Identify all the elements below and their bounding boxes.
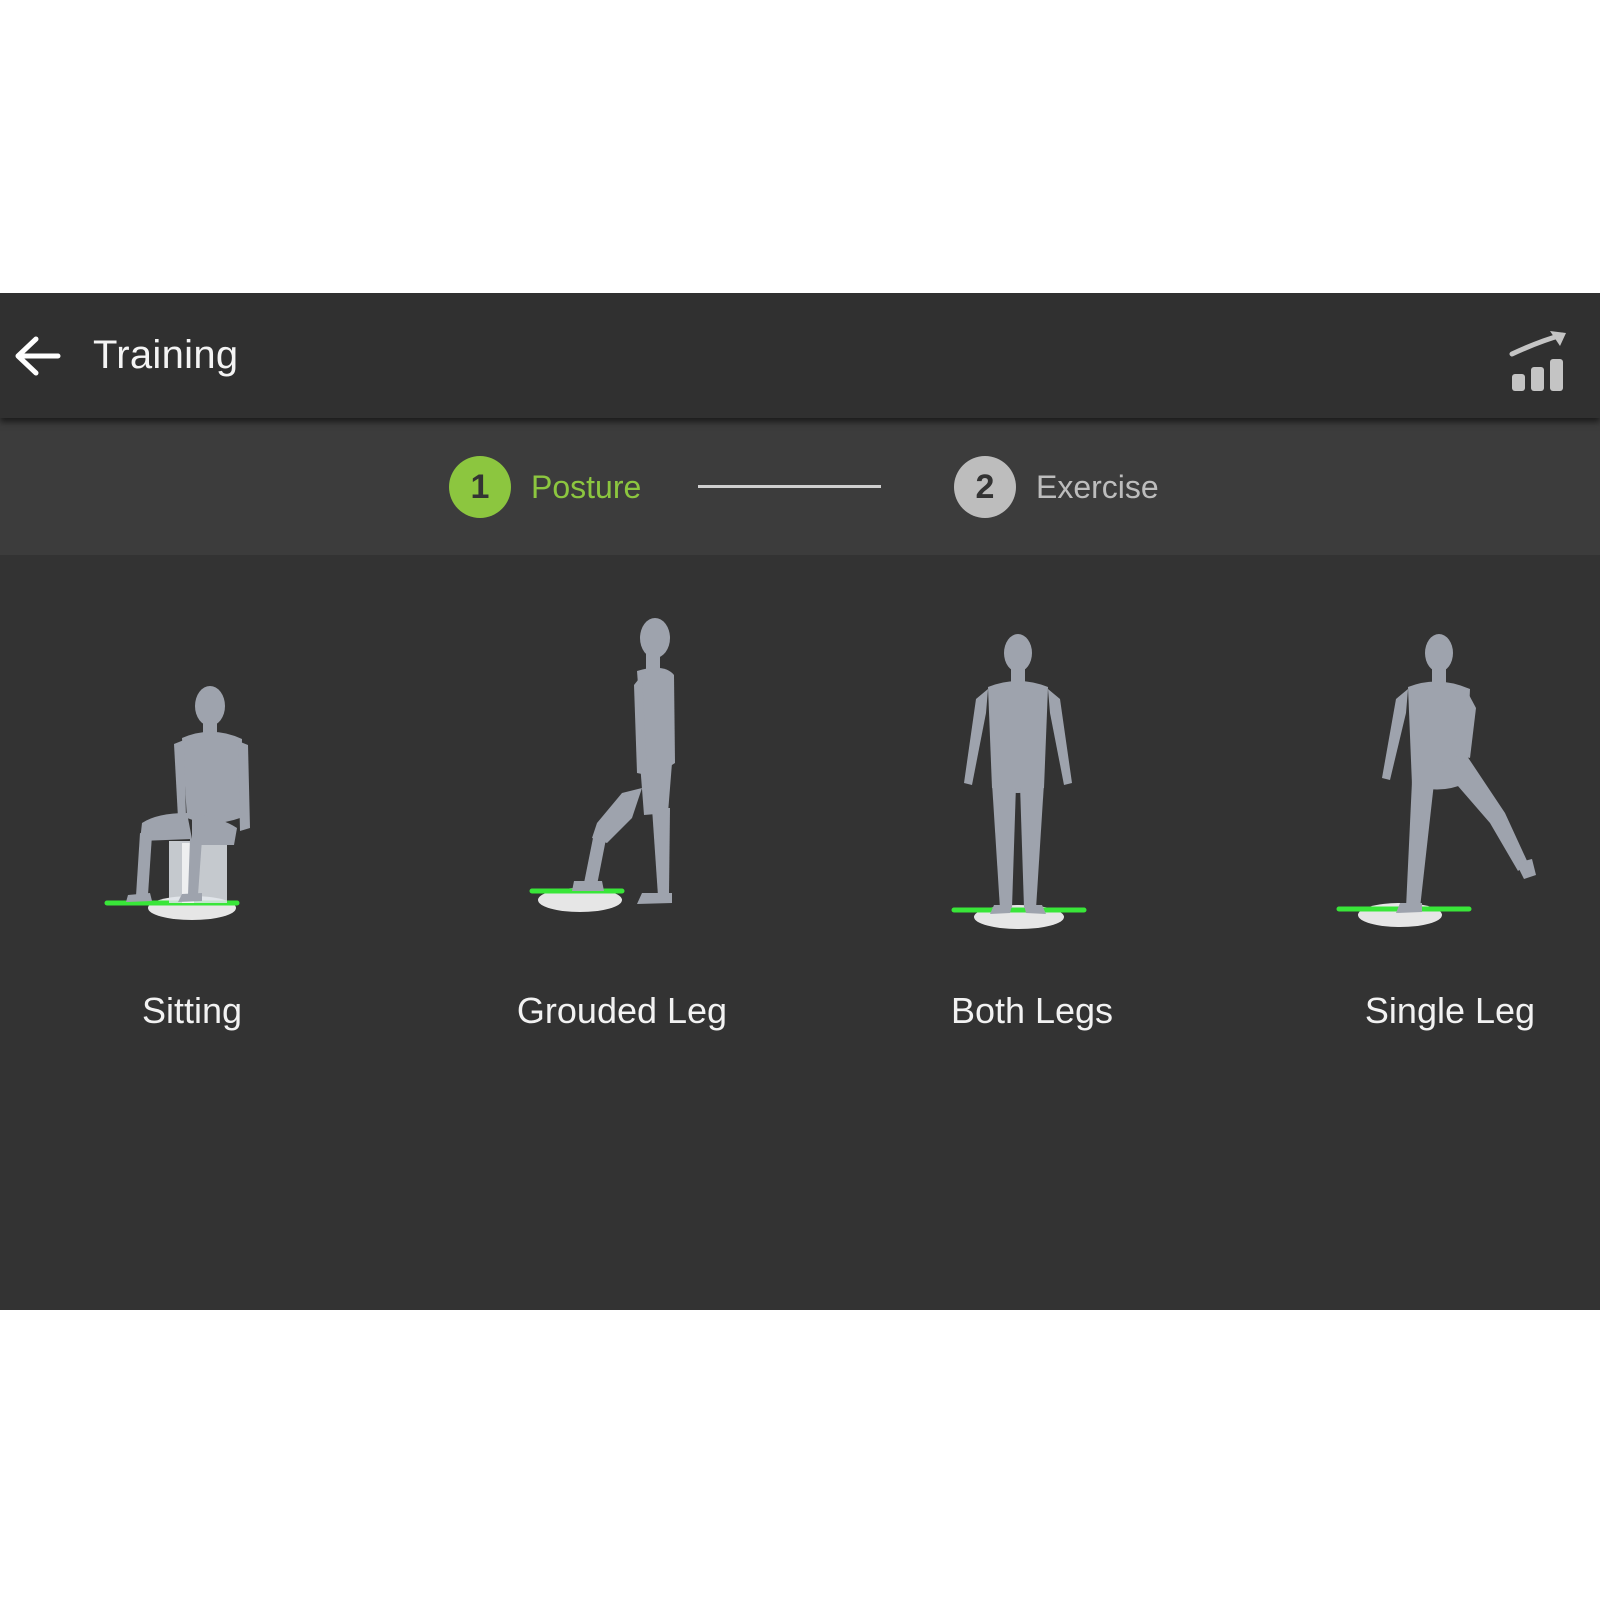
both-legs-figure [951, 634, 1087, 929]
app-bar: Training [0, 293, 1600, 418]
posture-label-sitting: Sitting [141, 990, 243, 1031]
page-title: Training [93, 333, 239, 377]
stats-button[interactable] [1500, 329, 1572, 395]
single-leg-figure [1336, 634, 1536, 927]
step-number-1: 1 [449, 456, 511, 518]
arrow-left-icon [15, 336, 61, 376]
posture-both-legs[interactable]: Both Legs [882, 613, 1182, 1053]
back-button[interactable] [8, 331, 64, 381]
grounded-leg-figure [529, 618, 675, 912]
step-connector [698, 485, 881, 488]
posture-sitting[interactable]: Sitting [42, 613, 342, 1053]
posture-single-leg[interactable]: Single Leg [1300, 613, 1600, 1053]
step-number-2: 2 [954, 456, 1016, 518]
stepper: 1 Posture 2 Exercise [0, 418, 1600, 555]
step-exercise[interactable]: 2 Exercise [954, 456, 1159, 518]
step-label-posture: Posture [531, 468, 642, 505]
posture-grouded-leg[interactable]: Grouded Leg [472, 613, 772, 1053]
step-posture[interactable]: 1 Posture [449, 456, 641, 518]
step-label-exercise: Exercise [1036, 468, 1159, 505]
posture-label-single-leg: Single Leg [1364, 990, 1536, 1031]
posture-label-grouded-leg: Grouded Leg [516, 990, 728, 1031]
training-screen: Training 1 Posture 2 Exercise Sitting Gr… [0, 293, 1600, 1310]
chart-trend-icon [1509, 331, 1566, 391]
posture-label-both-legs: Both Legs [950, 990, 1114, 1031]
sitting-figure [104, 686, 250, 920]
